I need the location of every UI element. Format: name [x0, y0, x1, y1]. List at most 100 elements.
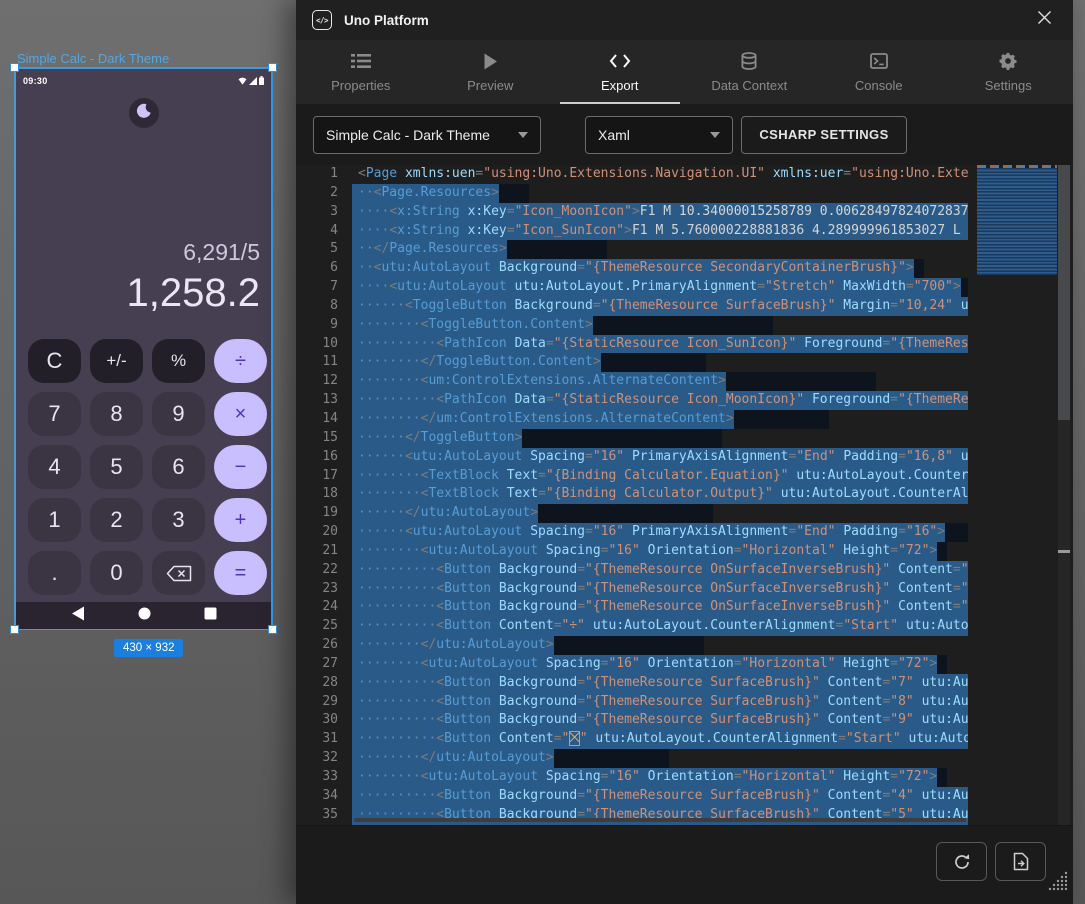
line-number: 4	[296, 222, 352, 241]
chevron-down-icon	[518, 132, 528, 138]
calc-button-+[interactable]: +	[214, 498, 267, 542]
signal-icon	[249, 72, 257, 90]
scrollbar-thumb[interactable]	[1058, 165, 1070, 420]
format-select[interactable]: Xaml	[585, 116, 733, 154]
calc-button-2[interactable]: 2	[90, 498, 143, 542]
calc-button-5[interactable]: 5	[90, 445, 143, 489]
refresh-button[interactable]	[936, 842, 987, 881]
calc-button-−[interactable]: −	[214, 445, 267, 489]
code-line: 30··········<Button Background="{ThemeRe…	[296, 711, 968, 730]
line-number: 8	[296, 297, 352, 316]
line-number: 19	[296, 504, 352, 523]
code-line: 16······<utu:AutoLayout Spacing="16" Pri…	[296, 448, 968, 467]
bottom-bar	[296, 825, 1073, 904]
wifi-icon	[238, 72, 247, 90]
line-number: 20	[296, 523, 352, 542]
app-logo-icon: </>	[312, 10, 332, 30]
code-line: 25··········<Button Content="÷" utu:Auto…	[296, 617, 968, 636]
line-number: 13	[296, 391, 352, 410]
code-line: 32········</utu:AutoLayout>	[296, 749, 968, 768]
code-line: 22··········<Button Background="{ThemeRe…	[296, 561, 968, 580]
window-titlebar[interactable]: </> Uno Platform	[296, 0, 1073, 40]
calc-button-+/-[interactable]: +/-	[90, 339, 143, 383]
line-number: 5	[296, 240, 352, 259]
phone-artboard[interactable]: 09:30 6,291/5 1,258.2 C+/-%÷789×456−123+…	[14, 67, 273, 630]
calc-button-8[interactable]: 8	[90, 392, 143, 436]
code-line: 29··········<Button Background="{ThemeRe…	[296, 693, 968, 712]
code-line: 26········</utu:AutoLayout>	[296, 636, 968, 655]
tab-export[interactable]: Export	[555, 40, 685, 104]
close-icon	[1037, 10, 1052, 30]
selection-handle-top-left[interactable]	[10, 63, 19, 72]
tab-data-context[interactable]: Data Context	[685, 40, 815, 104]
code-line: 10··········<PathIcon Data="{StaticResou…	[296, 335, 968, 354]
window-title: Uno Platform	[344, 13, 429, 28]
close-button[interactable]	[1031, 7, 1057, 33]
calc-button-.[interactable]: .	[28, 551, 81, 595]
code-line: 4····<x:String x:Key="Icon_SunIcon">F1 M…	[296, 222, 968, 241]
minimap[interactable]	[977, 165, 1057, 825]
theme-toggle-button[interactable]	[129, 98, 159, 128]
calc-button-1[interactable]: 1	[28, 498, 81, 542]
selection-handle-bottom-left[interactable]	[10, 625, 19, 634]
line-number: 25	[296, 617, 352, 636]
calc-button-0[interactable]: 0	[90, 551, 143, 595]
calc-button-3[interactable]: 3	[152, 498, 205, 542]
vertical-scrollbar[interactable]	[1058, 165, 1070, 825]
horizontal-scrollbar[interactable]	[354, 818, 966, 822]
calc-button-6[interactable]: 6	[152, 445, 205, 489]
line-number: 30	[296, 711, 352, 730]
selection-handle-bottom-right[interactable]	[268, 625, 277, 634]
calc-button-9[interactable]: 9	[152, 392, 205, 436]
calc-button-=[interactable]: =	[214, 551, 267, 595]
theme-select[interactable]: Simple Calc - Dark Theme	[313, 116, 541, 154]
selection-handle-top-right[interactable]	[268, 63, 277, 72]
artboard-size-badge: 430 × 932	[114, 639, 183, 657]
calc-button-%[interactable]: %	[152, 339, 205, 383]
calc-grid: C+/-%÷ 789× 456− 123+.0 =	[28, 339, 267, 595]
tab-console[interactable]: Console	[814, 40, 944, 104]
resize-grip-icon[interactable]	[1046, 869, 1070, 898]
tab-label: Data Context	[711, 78, 787, 93]
line-number: 31	[296, 730, 352, 749]
calc-button-C[interactable]: C	[28, 339, 81, 383]
line-number: 26	[296, 636, 352, 655]
code-icon	[609, 51, 631, 71]
artboard-label[interactable]: Simple Calc - Dark Theme	[17, 51, 169, 66]
code-line: 8······<ToggleButton Background="{ThemeR…	[296, 297, 968, 316]
android-navbar	[16, 602, 271, 629]
back-icon[interactable]	[71, 606, 85, 626]
csharp-settings-button[interactable]: CSHARP SETTINGS	[741, 116, 907, 154]
calc-button-÷[interactable]: ÷	[214, 339, 267, 383]
calc-button-backspace[interactable]	[152, 551, 205, 595]
recents-icon[interactable]	[204, 607, 217, 625]
code-line: 33········<utu:AutoLayout Spacing="16" O…	[296, 768, 968, 787]
home-icon[interactable]	[137, 606, 152, 626]
gear-icon	[999, 51, 1017, 71]
code-line: 14········</um:ControlExtensions.Alterna…	[296, 410, 968, 429]
code-line: 7····<utu:AutoLayout utu:AutoLayout.Prim…	[296, 278, 968, 297]
code-line: 23··········<Button Background="{ThemeRe…	[296, 580, 968, 599]
export-toolbar: Simple Calc - Dark Theme Xaml CSHARP SET…	[296, 104, 1073, 165]
moon-icon	[136, 103, 152, 124]
code-line: 18········<TextBlock Text="{Binding Calc…	[296, 485, 968, 504]
code-editor[interactable]: 1<Page xmlns:uen="using:Uno.Extensions.N…	[296, 165, 1073, 825]
line-number: 27	[296, 655, 352, 674]
calc-button-4[interactable]: 4	[28, 445, 81, 489]
code-line: 21········<utu:AutoLayout Spacing="16" O…	[296, 542, 968, 561]
tab-preview[interactable]: Preview	[426, 40, 556, 104]
code-line: 15······</ToggleButton>	[296, 429, 968, 448]
calc-button-×[interactable]: ×	[214, 392, 267, 436]
tab-label: Settings	[985, 78, 1032, 93]
tab-bar: PropertiesPreviewExport Data Context Conso…	[296, 40, 1073, 104]
tab-properties[interactable]: Properties	[296, 40, 426, 104]
code-line: 27········<utu:AutoLayout Spacing="16" O…	[296, 655, 968, 674]
line-number: 7	[296, 278, 352, 297]
export-file-button[interactable]	[995, 842, 1046, 881]
line-number: 9	[296, 316, 352, 335]
phone-statusbar: 09:30	[23, 72, 264, 90]
tab-settings[interactable]: Settings	[944, 40, 1074, 104]
code-line: 9········<ToggleButton.Content>	[296, 316, 968, 335]
line-number: 21	[296, 542, 352, 561]
calc-button-7[interactable]: 7	[28, 392, 81, 436]
